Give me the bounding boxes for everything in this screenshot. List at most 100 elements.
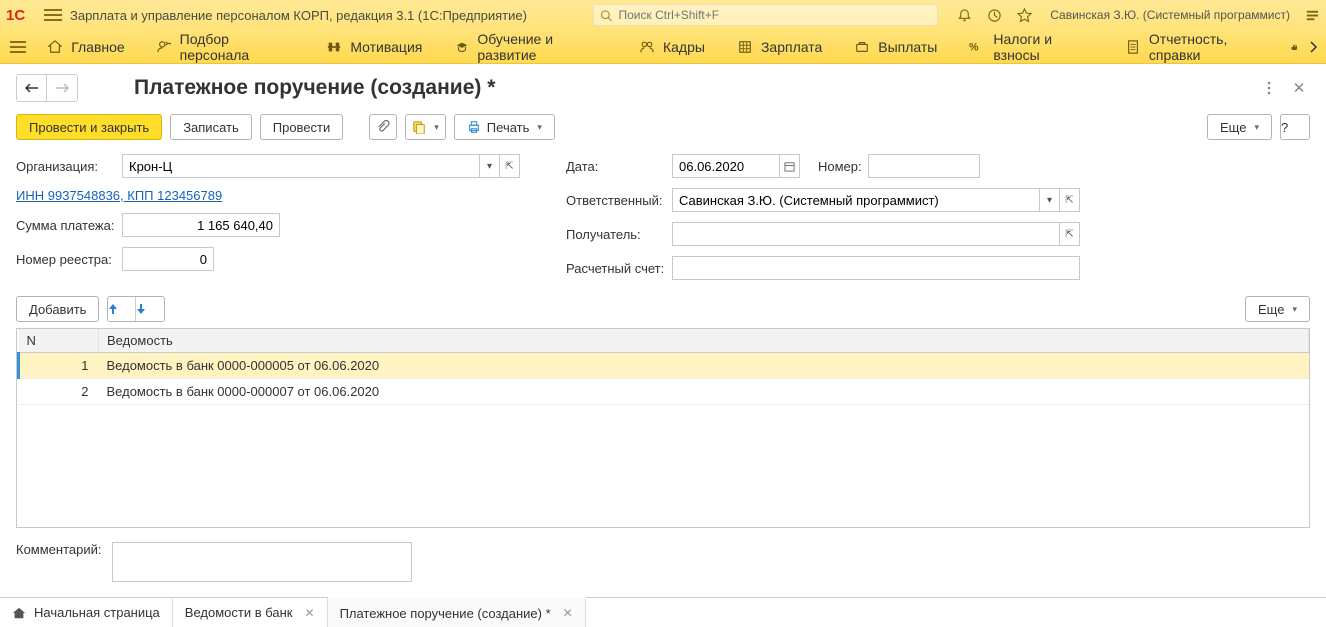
nav-item-8[interactable]: Отчетность, справки	[1110, 30, 1290, 64]
lines-table[interactable]: N Ведомость 1Ведомость в банк 0000-00000…	[16, 328, 1310, 528]
nav-icon	[326, 39, 342, 55]
print-label: Печать	[487, 120, 530, 135]
tab-label: Платежное поручение (создание) *	[340, 606, 551, 621]
field-date-number: Дата: Номер:	[566, 154, 1310, 178]
history-icon[interactable]	[986, 7, 1002, 23]
open-icon[interactable]: ⇱	[1060, 222, 1080, 246]
field-comment: Комментарий:	[16, 542, 1310, 582]
save-button[interactable]: Записать	[170, 114, 252, 140]
tab-close-icon[interactable]: ✕	[559, 606, 573, 620]
svg-text:%: %	[969, 41, 979, 53]
print-button[interactable]: Печать▾	[454, 114, 555, 140]
search-icon	[600, 9, 612, 22]
cell-n: 1	[19, 353, 99, 379]
logo-1c: 1C	[6, 5, 36, 25]
reg-input[interactable]	[122, 247, 214, 271]
account-label: Расчетный счет:	[566, 261, 666, 276]
post-and-close-button[interactable]: Провести и закрыть	[16, 114, 162, 140]
home-icon	[12, 606, 26, 620]
add-row-button[interactable]: Добавить	[16, 296, 99, 322]
table-row[interactable]: 2Ведомость в банк 0000-000007 от 06.06.2…	[19, 379, 1309, 405]
kebab-icon[interactable]	[1258, 77, 1280, 99]
dropdown-icon[interactable]: ▾	[1040, 188, 1060, 212]
nav-menu-icon[interactable]	[4, 41, 31, 53]
nav-fist-icon[interactable]	[1290, 39, 1306, 55]
open-icon[interactable]: ⇱	[1060, 188, 1080, 212]
current-user[interactable]: Савинская З.Ю. (Системный программист)	[1050, 8, 1290, 22]
nav-label: Мотивация	[350, 39, 422, 55]
window-tab-1[interactable]: Ведомости в банк ✕	[173, 598, 328, 627]
star-icon[interactable]	[1016, 7, 1032, 23]
nav-item-7[interactable]: % Налоги и взносы	[953, 30, 1110, 64]
org-label: Организация:	[16, 159, 116, 174]
table-row[interactable]: 1Ведомость в банк 0000-000005 от 06.06.2…	[19, 353, 1309, 379]
post-button[interactable]: Провести	[260, 114, 344, 140]
search-input[interactable]	[619, 8, 932, 22]
col-n[interactable]: N	[19, 329, 99, 353]
tab-close-icon[interactable]: ✕	[301, 606, 315, 620]
comment-input[interactable]	[112, 542, 412, 582]
table-more-label: Еще	[1258, 302, 1284, 317]
col-vedomost[interactable]: Ведомость	[99, 329, 1309, 353]
nav-label: Зарплата	[761, 39, 822, 55]
nav-item-5[interactable]: Зарплата	[721, 30, 838, 64]
titlebar: 1C Зарплата и управление персоналом КОРП…	[0, 0, 1326, 30]
inn-kpp-link[interactable]: ИНН 9937548836, КПП 123456789	[16, 188, 526, 203]
print-icon	[467, 120, 481, 134]
nav-overflow-icon[interactable]	[1306, 41, 1322, 53]
global-search[interactable]	[593, 4, 938, 26]
field-registry: Номер реестра:	[16, 247, 526, 271]
nav-item-0[interactable]: Главное	[31, 30, 141, 64]
dropdown-icon[interactable]: ▾	[480, 154, 500, 178]
nav-icon	[639, 39, 655, 55]
nav-item-3[interactable]: Обучение и развитие	[438, 30, 623, 64]
resp-label: Ответственный:	[566, 193, 666, 208]
nav-label: Подбор персонала	[180, 31, 295, 63]
table-more-button[interactable]: Еще▾	[1245, 296, 1310, 322]
window-tab-0[interactable]: Начальная страница	[0, 598, 173, 627]
form-grid: Организация: ▾ ⇱ ИНН 9937548836, КПП 123…	[16, 154, 1310, 280]
more-button[interactable]: Еще▾	[1207, 114, 1272, 140]
move-down-button[interactable]	[136, 297, 164, 321]
org-input[interactable]	[122, 154, 480, 178]
nav-item-6[interactable]: Выплаты	[838, 30, 953, 64]
nav-icon: %	[969, 39, 985, 55]
bell-icon[interactable]	[956, 7, 972, 23]
date-input[interactable]	[672, 154, 780, 178]
resp-input[interactable]	[672, 188, 1040, 212]
comment-label: Комментарий:	[16, 542, 102, 557]
basedon-button[interactable]: ▾	[405, 114, 446, 140]
cell-vedomost: Ведомость в банк 0000-000005 от 06.06.20…	[99, 353, 1309, 379]
attach-button[interactable]	[369, 114, 397, 140]
open-icon[interactable]: ⇱	[500, 154, 520, 178]
nav-item-1[interactable]: Подбор персонала	[141, 30, 311, 64]
close-button[interactable]: ✕	[1288, 77, 1310, 99]
window-tab-2[interactable]: Платежное поручение (создание) * ✕	[328, 597, 586, 627]
back-button[interactable]	[17, 75, 47, 101]
sum-input[interactable]	[122, 213, 280, 237]
content-area: Платежное поручение (создание) * ✕ Прове…	[0, 64, 1326, 597]
help-button[interactable]: ?	[1280, 114, 1310, 140]
payee-input[interactable]	[672, 222, 1060, 246]
nav-label: Кадры	[663, 39, 705, 55]
app-title: Зарплата и управление персоналом КОРП, р…	[70, 8, 527, 23]
move-up-button[interactable]	[108, 297, 136, 321]
nav-item-2[interactable]: Мотивация	[310, 30, 438, 64]
nav-icon	[157, 39, 172, 55]
field-account: Расчетный счет:	[566, 256, 1310, 280]
number-input[interactable]	[868, 154, 980, 178]
nav-icon	[854, 39, 870, 55]
cell-vedomost: Ведомость в банк 0000-000007 от 06.06.20…	[99, 379, 1309, 405]
nav-label: Отчетность, справки	[1149, 31, 1274, 63]
nav-item-4[interactable]: Кадры	[623, 30, 721, 64]
window-options-icon[interactable]	[1304, 7, 1320, 23]
table-toolbar: Добавить Еще▾	[16, 296, 1310, 322]
tab-label: Ведомости в банк	[185, 605, 293, 620]
payee-label: Получатель:	[566, 227, 666, 242]
account-input[interactable]	[672, 256, 1080, 280]
menu-icon[interactable]	[44, 6, 62, 24]
nav-back-forward	[16, 74, 78, 102]
calendar-icon[interactable]	[780, 154, 800, 178]
nav-label: Налоги и взносы	[993, 31, 1094, 63]
forward-button[interactable]	[47, 75, 77, 101]
